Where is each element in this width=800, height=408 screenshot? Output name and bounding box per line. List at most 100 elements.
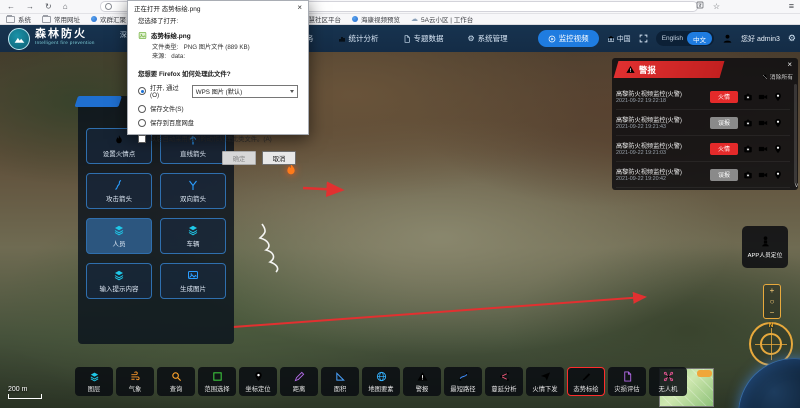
remember-checkbox[interactable] <box>138 135 146 143</box>
minimap-badge[interactable] <box>697 370 712 377</box>
tool-search[interactable]: 查询 <box>157 367 195 396</box>
bookmark-item[interactable]: ☁5A云小区 | 工作台 <box>411 14 473 24</box>
radio-open-label[interactable]: 打开, 通过(O) <box>150 83 184 99</box>
tool-area[interactable]: 面积 <box>321 367 359 396</box>
draw-icon <box>581 371 592 382</box>
draw-button-attack-arrow[interactable]: 攻击箭头 <box>86 173 152 209</box>
false-alarm-tag-button[interactable]: 误报 <box>710 117 738 129</box>
alarm-panel: 警报 × 消除所有 高黎防火视频监控(火警)2021-09-22 19:22:1… <box>612 58 798 190</box>
cancel-button[interactable]: 取消 <box>262 151 296 165</box>
draw-button-generate-image[interactable]: 生成图片 <box>160 263 226 299</box>
video-camera-icon[interactable] <box>758 92 768 102</box>
scroll-down-icon[interactable]: v <box>795 183 798 189</box>
site-info-icon[interactable] <box>105 3 112 10</box>
alarm-row: 高黎防火视频监控(火警)2021-09-22 19:21:03 火情 <box>616 136 790 162</box>
radio-open-with[interactable] <box>138 87 146 95</box>
radio-save-netdisk[interactable] <box>138 119 146 127</box>
tool-drone[interactable]: 无人机 <box>649 367 687 396</box>
lang-english[interactable]: English <box>658 35 687 42</box>
play-circle-icon <box>548 35 556 43</box>
nav-item-topic-data[interactable]: 专题数据 <box>403 33 444 44</box>
open-with-dropdown[interactable]: WPS 图片 (默认) <box>192 85 298 98</box>
fullscreen-icon[interactable] <box>639 34 648 43</box>
camera-icon[interactable] <box>743 170 753 180</box>
camera-icon[interactable] <box>743 92 753 102</box>
tool-shortest-path[interactable]: 最短路径 <box>444 367 482 396</box>
remember-checkbox-label[interactable]: 以后自动采用相同的动作处理此类文件。(A) <box>150 134 272 143</box>
alarm-triangle-icon <box>417 371 428 382</box>
tool-weather[interactable]: 气象 <box>116 367 154 396</box>
tool-layers[interactable]: 图层 <box>75 367 113 396</box>
tool-situation-plotting[interactable]: 态势标绘 <box>567 367 605 396</box>
bookmark-item[interactable]: 系统 <box>6 14 31 24</box>
zoom-in-button[interactable]: + <box>770 285 775 296</box>
camera-icon[interactable] <box>743 144 753 154</box>
alarm-row: 高黎防火视频监控(火警)2021-09-22 19:21:43 误报 <box>616 110 790 136</box>
bookmarks-bar: 系统 常用网址 欢群汇聚 - 神童 智慧社区平台 海康视频预览 ☁5A云小区 |… <box>0 14 800 25</box>
video-camera-icon[interactable] <box>758 170 768 180</box>
tool-alarm[interactable]: 警报 <box>403 367 441 396</box>
browser-menu-icon[interactable]: ≡ <box>789 0 794 12</box>
language-toggle[interactable]: English 中文 <box>656 31 714 46</box>
back-icon[interactable]: ← <box>7 1 15 12</box>
zoom-reset-button[interactable]: ○ <box>770 296 775 307</box>
area-icon <box>335 371 346 382</box>
tool-map-elements[interactable]: 地图要素 <box>362 367 400 396</box>
ruler-icon <box>294 371 305 382</box>
tool-region-select[interactable]: 范围选择 <box>198 367 236 396</box>
tool-damage-assessment[interactable]: 灾损评估 <box>608 367 646 396</box>
radio-save-label[interactable]: 保存文件(S) <box>150 104 184 113</box>
location-pin-icon[interactable] <box>773 118 783 128</box>
reload-icon[interactable]: ↻ <box>45 1 52 12</box>
alarm-row: 高黎防火视频监控(火警)2021-09-22 19:20:42 误报 <box>616 162 790 188</box>
close-icon[interactable]: × <box>787 60 792 69</box>
chevron-down-icon <box>290 90 294 93</box>
file-name: 态势标绘.png <box>151 30 191 40</box>
nav-item-statistics[interactable]: 统计分析 <box>338 33 379 44</box>
location-pin-icon[interactable] <box>773 144 783 154</box>
false-alarm-tag-button[interactable]: 误报 <box>710 169 738 181</box>
home-icon[interactable]: ⌂ <box>63 1 68 12</box>
location-pin-icon[interactable] <box>773 92 783 102</box>
avatar[interactable] <box>722 33 733 44</box>
bookmark-star-icon[interactable]: ☆ <box>713 1 720 12</box>
camera-icon[interactable] <box>743 118 753 128</box>
zoom-out-button[interactable]: − <box>770 307 775 318</box>
settings-gear-icon[interactable]: ⚙ <box>788 33 796 44</box>
draw-button-two-way-arrow[interactable]: 双向箭头 <box>160 173 226 209</box>
app-personnel-locator[interactable]: APP人员定位 <box>742 226 788 268</box>
map-viewport[interactable]: 设置火情点 直线箭头 攻击箭头 双向箭头 人员 车辆 <box>0 52 800 408</box>
draw-button-personnel[interactable]: 人员 <box>86 218 152 254</box>
folder-icon <box>42 16 51 23</box>
monitor-video-button[interactable]: 监控视频 <box>538 30 599 47</box>
bookmark-item[interactable]: 海康视频预览 <box>352 14 400 24</box>
video-camera-icon[interactable] <box>758 144 768 154</box>
ok-button[interactable]: 确定 <box>222 151 256 165</box>
tool-distance[interactable]: 距离 <box>280 367 318 396</box>
close-icon[interactable]: × <box>297 3 302 12</box>
nav-item-system-manage[interactable]: ⚙ 系统管理 <box>468 33 508 44</box>
bookmark-item[interactable]: 常用网址 <box>42 14 80 24</box>
draw-button-vehicles[interactable]: 车辆 <box>160 218 226 254</box>
fire-tag-button[interactable]: 火情 <box>710 91 738 103</box>
clear-all-button[interactable]: 消除所有 <box>762 72 793 81</box>
video-camera-icon[interactable] <box>758 118 768 128</box>
tool-spread-analysis[interactable]: 蔓延分析 <box>485 367 523 396</box>
tool-fire-dispatch[interactable]: 火情下发 <box>526 367 564 396</box>
scrollbar[interactable] <box>794 84 797 184</box>
radio-netdisk-label[interactable]: 保存到百度网盘 <box>150 118 194 127</box>
forward-icon[interactable]: → <box>26 1 34 12</box>
radio-save-file[interactable] <box>138 105 146 113</box>
draw-button-input-prompt[interactable]: 输入提示内容 <box>86 263 152 299</box>
folder-icon <box>6 16 15 23</box>
fire-tag-button[interactable]: 火情 <box>710 143 738 155</box>
location-pin-icon[interactable] <box>773 170 783 180</box>
tool-coordinate-locate[interactable]: 坐标定位 <box>239 367 277 396</box>
screen: ← → ↻ ⌂ ☆ ≡ 系统 常用网址 欢群汇聚 - 神童 智慧社区平台 海康视… <box>0 0 800 408</box>
lang-chinese[interactable]: 中文 <box>687 32 712 45</box>
country-selector[interactable]: 中国 <box>607 34 631 44</box>
flame-icon <box>113 134 125 146</box>
translate-icon[interactable] <box>696 1 704 9</box>
alarm-row: 高黎防火视频监控(火警) 火情 <box>616 188 790 190</box>
send-icon <box>540 371 551 382</box>
